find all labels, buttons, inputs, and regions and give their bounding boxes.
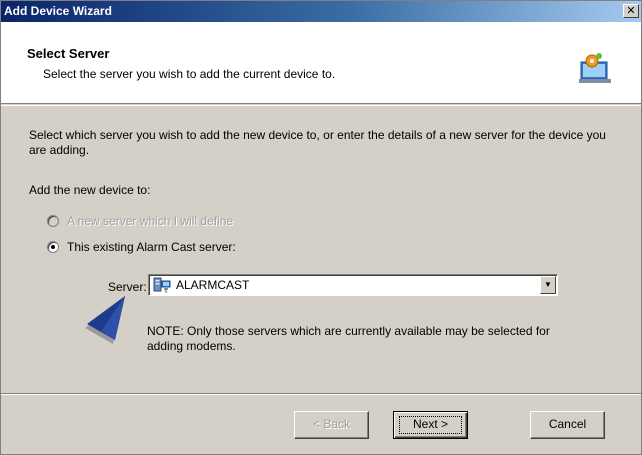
new-server-option-label: A new server which I will define bbox=[67, 214, 234, 228]
existing-server-radio[interactable] bbox=[47, 241, 59, 253]
intro-text: Select which server you wish to add the … bbox=[29, 128, 606, 157]
server-label: Server: bbox=[108, 280, 147, 294]
page-title: Select Server bbox=[27, 46, 110, 61]
server-network-icon bbox=[153, 277, 171, 293]
footer-divider bbox=[1, 393, 641, 395]
page-subtitle: Select the server you wish to add the cu… bbox=[43, 67, 336, 81]
header-divider bbox=[1, 105, 641, 106]
back-button[interactable]: < Back bbox=[294, 411, 369, 439]
title-bar[interactable]: Add Device Wizard ✕ bbox=[1, 1, 641, 22]
cancel-button[interactable]: Cancel bbox=[530, 411, 605, 439]
add-device-wizard-window: Add Device Wizard ✕ Select Server Select… bbox=[0, 0, 642, 455]
next-button[interactable]: Next > bbox=[393, 411, 468, 439]
wizard-header: Select Server Select the server you wish… bbox=[1, 22, 641, 104]
add-device-label: Add the new device to: bbox=[29, 183, 151, 197]
cancel-button-label: Cancel bbox=[548, 417, 587, 431]
computer-settings-icon bbox=[579, 53, 611, 83]
chevron-down-icon: ▼ bbox=[544, 280, 552, 289]
new-server-radio[interactable] bbox=[47, 215, 59, 227]
window-title: Add Device Wizard bbox=[4, 4, 112, 18]
availability-note: NOTE: Only those servers which are curre… bbox=[147, 324, 550, 353]
server-select-value: ALARMCAST bbox=[176, 278, 250, 292]
server-select[interactable]: ALARMCAST ▼ bbox=[148, 274, 558, 296]
existing-server-option[interactable]: This existing Alarm Cast server: bbox=[47, 239, 236, 255]
new-server-option[interactable]: A new server which I will define bbox=[47, 213, 233, 229]
close-icon: ✕ bbox=[626, 5, 636, 17]
next-button-label: Next > bbox=[412, 417, 448, 431]
back-button-label: < Back bbox=[312, 417, 351, 431]
existing-server-option-label: This existing Alarm Cast server: bbox=[67, 240, 236, 254]
close-button[interactable]: ✕ bbox=[623, 4, 639, 18]
pointer-arrow-icon bbox=[85, 296, 125, 344]
server-dropdown-button[interactable]: ▼ bbox=[540, 276, 556, 294]
